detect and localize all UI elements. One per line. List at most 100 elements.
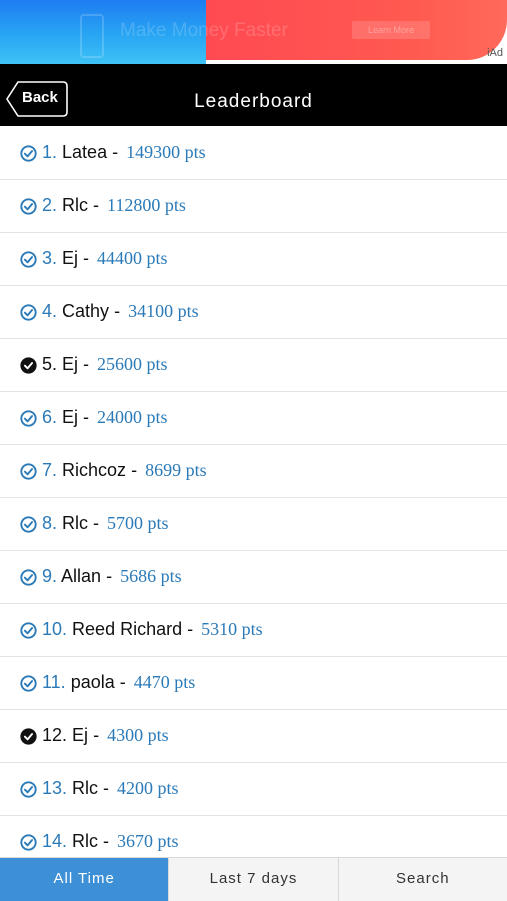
leaderboard-row[interactable]: 11. paola -4470 pts [0, 657, 507, 710]
player-name: Rlc [62, 195, 89, 215]
player-name: Rlc [62, 513, 89, 533]
rank-number: 11. [42, 672, 66, 692]
leaderboard-row[interactable]: 2. Rlc -112800 pts [0, 180, 507, 233]
check-circle-icon [20, 145, 37, 162]
check-circle-icon [20, 463, 37, 480]
points-value: 112800 pts [107, 195, 186, 215]
check-circle-filled-icon [20, 728, 37, 745]
separator: - [107, 142, 119, 162]
leaderboard-row[interactable]: 5. Ej -25600 pts [0, 339, 507, 392]
tab-all-time[interactable]: All Time [0, 858, 170, 901]
rank-number: 6. [42, 407, 58, 427]
leaderboard-row[interactable]: 9. Allan -5686 pts [0, 551, 507, 604]
rank-number: 10. [42, 619, 68, 639]
player-name: Latea [62, 142, 108, 162]
rank-entry: 6. Ej -24000 pts [42, 407, 168, 428]
points-value: 5310 pts [201, 619, 263, 639]
separator: - [114, 672, 126, 692]
rank-entry: 9. Allan -5686 pts [42, 566, 182, 587]
ad-banner[interactable]: Make Money Faster Learn More iAd [0, 0, 507, 64]
check-circle-filled-icon [20, 357, 37, 374]
leaderboard-row[interactable]: 12. Ej -4300 pts [0, 710, 507, 763]
rank-entry: 14. Rlc -3670 pts [42, 831, 179, 852]
leaderboard-row[interactable]: 10. Reed Richard -5310 pts [0, 604, 507, 657]
separator: - [88, 725, 100, 745]
points-value: 4200 pts [117, 778, 179, 798]
separator: - [78, 248, 90, 268]
points-value: 8699 pts [145, 460, 207, 480]
rank-number: 3. [42, 248, 58, 268]
leaderboard-list[interactable]: 1. Latea -149300 pts 2. Rlc -112800 pts 3.… [0, 127, 507, 869]
player-name: Rlc [72, 831, 99, 851]
separator: - [78, 354, 90, 374]
leaderboard-row[interactable]: 4. Cathy -34100 pts [0, 286, 507, 339]
leaderboard-row[interactable]: 3. Ej -44400 pts [0, 233, 507, 286]
check-circle-icon [20, 675, 37, 692]
ad-phone-icon [80, 14, 104, 58]
player-name: Allan [61, 566, 102, 586]
tab-bar: All Time Last 7 days Search [0, 857, 507, 901]
rank-number: 9. [42, 566, 58, 586]
points-value: 4300 pts [107, 725, 169, 745]
player-name: Richcoz [62, 460, 127, 480]
points-value: 5686 pts [120, 566, 182, 586]
rank-entry: 8. Rlc -5700 pts [42, 513, 169, 534]
rank-entry: 3. Ej -44400 pts [42, 248, 168, 269]
separator: - [98, 778, 110, 798]
leaderboard-row[interactable]: 8. Rlc -5700 pts [0, 498, 507, 551]
rank-entry: 11. paola -4470 pts [42, 672, 195, 693]
separator: - [109, 301, 121, 321]
ad-headline: Make Money Faster [120, 20, 288, 41]
rank-number: 1. [42, 142, 58, 162]
rank-number: 8. [42, 513, 58, 533]
points-value: 149300 pts [126, 142, 206, 162]
leaderboard-row[interactable]: 1. Latea -149300 pts [0, 127, 507, 180]
separator: - [88, 195, 100, 215]
points-value: 3670 pts [117, 831, 179, 851]
separator: - [78, 407, 90, 427]
rank-number: 4. [42, 301, 58, 321]
check-circle-icon [20, 304, 37, 321]
player-name: Cathy [62, 301, 110, 321]
rank-entry: 10. Reed Richard -5310 pts [42, 619, 263, 640]
check-circle-icon [20, 622, 37, 639]
rank-entry: 13. Rlc -4200 pts [42, 778, 179, 799]
separator: - [182, 619, 194, 639]
check-circle-icon [20, 516, 37, 533]
player-name: Reed Richard [72, 619, 183, 639]
check-circle-icon [20, 569, 37, 586]
rank-entry: 2. Rlc -112800 pts [42, 195, 186, 216]
check-circle-icon [20, 251, 37, 268]
tab-last-7-days[interactable]: Last 7 days [169, 858, 339, 901]
ad-cta-button[interactable]: Learn More [352, 21, 430, 39]
rank-entry: 1. Latea -149300 pts [42, 142, 206, 163]
rank-entry: 5. Ej -25600 pts [42, 354, 168, 375]
rank-entry: 12. Ej -4300 pts [42, 725, 169, 746]
player-name: Rlc [72, 778, 99, 798]
separator: - [88, 513, 100, 533]
rank-number: 5. [42, 354, 58, 374]
points-value: 5700 pts [107, 513, 169, 533]
rank-number: 7. [42, 460, 58, 480]
ad-label: iAd [487, 47, 503, 59]
navigation-bar: Back Leaderboard [0, 64, 507, 126]
player-name: paola [70, 672, 115, 692]
separator: - [126, 460, 138, 480]
leaderboard-row[interactable]: 6. Ej -24000 pts [0, 392, 507, 445]
rank-entry: 7. Richcoz -8699 pts [42, 460, 207, 481]
rank-number: 14. [42, 831, 68, 851]
check-circle-icon [20, 410, 37, 427]
page-title: Leaderboard [194, 91, 313, 112]
rank-number: 12. [42, 725, 68, 745]
player-name: Ej [62, 354, 79, 374]
points-value: 24000 pts [97, 407, 168, 427]
player-name: Ej [72, 725, 89, 745]
tab-search[interactable]: Search [339, 858, 507, 901]
separator: - [101, 566, 113, 586]
separator: - [98, 831, 110, 851]
leaderboard-row[interactable]: 7. Richcoz -8699 pts [0, 445, 507, 498]
leaderboard-row[interactable]: 13. Rlc -4200 pts [0, 763, 507, 816]
points-value: 44400 pts [97, 248, 168, 268]
rank-number: 2. [42, 195, 58, 215]
check-circle-icon [20, 834, 37, 851]
